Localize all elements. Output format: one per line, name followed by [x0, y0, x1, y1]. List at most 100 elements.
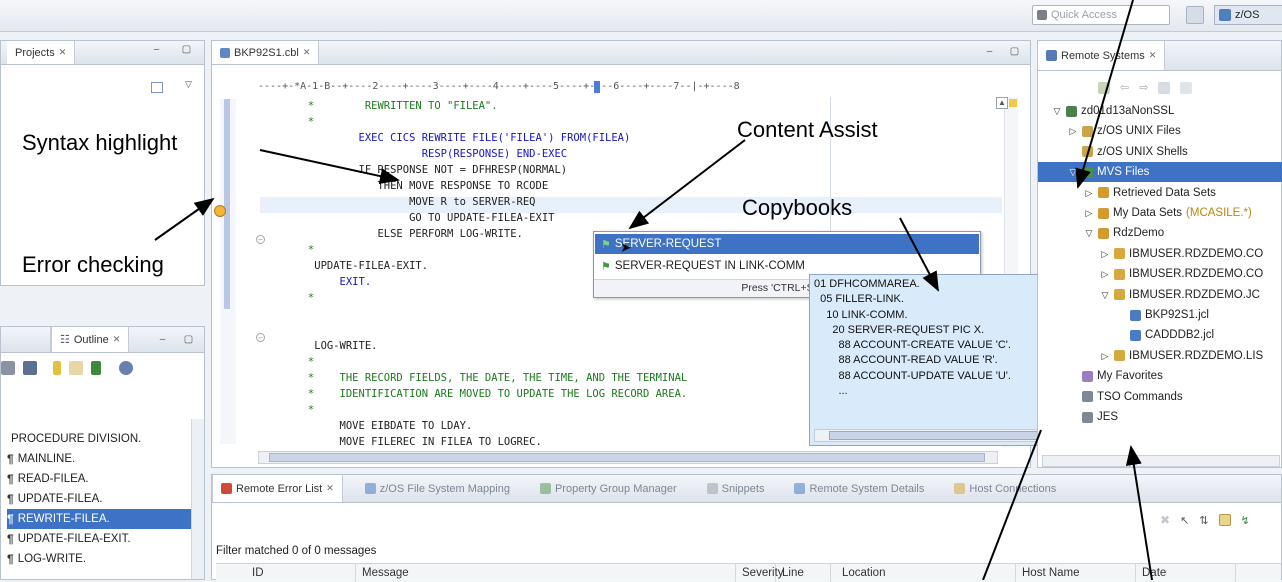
open-perspective-button[interactable] — [1186, 6, 1204, 24]
refresh-icon[interactable] — [1098, 81, 1110, 94]
code-line[interactable]: ELSE PERFORM LOG-WRITE. — [270, 227, 522, 241]
code-line[interactable]: EXIT. — [270, 275, 372, 289]
column-header[interactable]: Date — [1136, 564, 1236, 582]
tab-bottom[interactable]: Host Connections — [946, 475, 1064, 502]
editor-scroll-up-icon[interactable]: ▲ — [996, 97, 1008, 109]
hscroll-thumb[interactable] — [269, 453, 985, 462]
expand-closed-icon[interactable]: ▷ — [1084, 183, 1094, 203]
tree-item[interactable]: ▽ RdzDemo — [1038, 223, 1282, 243]
outline-item[interactable]: ¶ LOG-WRITE. — [7, 549, 191, 569]
tab-bkp92s1-cbl[interactable]: BKP92S1.cbl ✕ — [212, 41, 320, 64]
outline-item[interactable]: ¶ MAINLINE. — [7, 449, 191, 469]
tree-item[interactable]: ▽ IBMUSER.RDZDEMO.JC — [1038, 285, 1282, 305]
forward-icon[interactable]: ⇨ — [1139, 81, 1148, 94]
column-header[interactable]: Line — [776, 564, 831, 582]
tab-outline[interactable]: ☷ Outline ✕ — [51, 327, 130, 352]
back-icon[interactable]: ⇦ — [1120, 81, 1129, 94]
outline-scrollbar[interactable] — [191, 419, 204, 579]
code-line[interactable]: MOVE EIBDATE TO LDAY. — [270, 419, 473, 433]
code-line[interactable]: UPDATE-FILEA-EXIT. — [270, 259, 428, 273]
maximize-icon[interactable]: ▢ — [1009, 47, 1020, 58]
tree-item[interactable]: ▷ My Data Sets (MCASILE.*) — [1038, 203, 1282, 223]
code-line[interactable]: EXEC CICS REWRITE FILE('FILEA') FROM(FIL… — [270, 131, 631, 145]
expand-open-icon[interactable]: ▽ — [1084, 223, 1094, 243]
code-line[interactable]: MOVE FILEREC IN FILEA TO LOGREC. — [270, 435, 542, 449]
minimize-icon[interactable]: ‒ — [151, 45, 162, 56]
sort-icon[interactable] — [53, 361, 61, 375]
code-line[interactable]: IF RESPONSE NOT = DFHRESP(NORMAL) — [270, 163, 568, 177]
tab-bottom[interactable]: Property Group Manager — [532, 475, 685, 502]
column-header[interactable]: Host Name — [1016, 564, 1136, 582]
close-icon[interactable]: ✕ — [113, 334, 121, 345]
code-line[interactable]: * — [270, 403, 314, 417]
filter-toggle-icon[interactable] — [1218, 514, 1231, 526]
outline-item[interactable]: PROCEDURE DIVISION. — [7, 429, 191, 449]
tab-bottom[interactable]: z/OS File System Mapping — [357, 475, 518, 502]
locate-icon[interactable]: ↯ — [1241, 514, 1250, 527]
code-line[interactable]: * — [270, 243, 314, 257]
filter-icon[interactable] — [23, 361, 37, 375]
content-assist-item-selected[interactable]: ⚑ SERVER-REQUEST — [595, 234, 979, 254]
tree-item[interactable]: My Favorites — [1038, 366, 1282, 386]
close-icon[interactable]: ✕ — [1149, 50, 1157, 61]
perspective-button[interactable]: z/OS — [1214, 5, 1282, 25]
expand-closed-icon[interactable]: ▷ — [1068, 121, 1078, 141]
remote-hscrollbar[interactable] — [1042, 455, 1280, 467]
code-line[interactable]: * — [270, 115, 314, 129]
collapse-all-icon[interactable] — [151, 82, 163, 93]
sort-icon[interactable]: ⇅ — [1199, 514, 1208, 527]
minimize-icon[interactable]: ‒ — [984, 47, 995, 58]
tree-item[interactable]: ▷ IBMUSER.RDZDEMO.CO — [1038, 264, 1282, 284]
editor-hscrollbar[interactable] — [258, 451, 998, 464]
tree-item[interactable]: JES — [1038, 407, 1282, 427]
quick-access-field[interactable]: Quick Access — [1032, 5, 1170, 25]
content-assist-item[interactable]: ⚑ SERVER-REQUEST IN LINK-COMM — [595, 256, 979, 276]
maximize-icon[interactable]: ▢ — [181, 45, 192, 56]
collapse-all-icon[interactable] — [1180, 81, 1193, 94]
expand-closed-icon[interactable]: ▷ — [1100, 244, 1110, 264]
settings-icon[interactable] — [119, 361, 133, 375]
print-icon[interactable] — [1, 361, 15, 375]
tree-item[interactable]: ▷ z/OS UNIX Files — [1038, 121, 1282, 141]
link-icon[interactable] — [91, 361, 101, 375]
close-icon[interactable]: ✕ — [303, 47, 311, 58]
maximize-icon[interactable]: ▢ — [183, 335, 194, 346]
code-line[interactable]: RESP(RESPONSE) END-EXEC — [270, 147, 567, 161]
home-icon[interactable] — [1158, 81, 1171, 94]
code-line[interactable]: * — [270, 291, 314, 305]
tree-item[interactable]: CADDDB2.jcl — [1038, 325, 1282, 345]
outline-item[interactable]: ¶ REWRITE-FILEA. — [7, 509, 191, 529]
expand-open-icon[interactable]: ▽ — [1068, 162, 1078, 182]
column-header[interactable]: Message — [356, 564, 736, 582]
expand-closed-icon[interactable]: ▷ — [1100, 264, 1110, 284]
column-header[interactable]: Severity — [736, 564, 784, 582]
tree-item[interactable]: ▽ MVS Files — [1038, 162, 1282, 183]
outline-item[interactable]: ¶ READ-FILEA. — [7, 469, 191, 489]
expand-closed-icon[interactable]: ▷ — [1100, 346, 1110, 366]
view-menu-icon[interactable]: ▽ — [185, 79, 192, 90]
code-line[interactable]: THEN MOVE RESPONSE TO RCODE — [270, 179, 548, 193]
outline-item[interactable]: ¶ UPDATE-FILEA. — [7, 489, 191, 509]
warning-overview-icon[interactable] — [1009, 99, 1017, 107]
code-line[interactable]: GO TO UPDATE-FILEA-EXIT — [270, 211, 554, 225]
delete-icon[interactable]: ✖ — [1160, 513, 1170, 527]
tab-projects[interactable]: Projects ✕ — [7, 41, 76, 64]
code-line[interactable]: LOG-WRITE. — [270, 339, 377, 353]
hide-fields-icon[interactable] — [69, 361, 83, 375]
expand-open-icon[interactable]: ▽ — [1100, 285, 1110, 305]
code-line[interactable]: * — [270, 355, 314, 369]
expand-closed-icon[interactable]: ▷ — [1084, 203, 1094, 223]
tree-item[interactable]: z/OS UNIX Shells — [1038, 142, 1282, 162]
tree-item[interactable]: ▷ IBMUSER.RDZDEMO.LIS — [1038, 346, 1282, 366]
minimize-icon[interactable]: ‒ — [157, 335, 168, 346]
close-icon[interactable]: ✕ — [59, 47, 67, 58]
outline-item[interactable]: ¶ UPDATE-FILEA-EXIT. — [7, 529, 191, 549]
select-icon[interactable]: ↖ — [1180, 514, 1189, 527]
column-header[interactable]: ID — [246, 564, 356, 582]
code-line[interactable]: MOVE R to SERVER-REQ — [270, 195, 535, 209]
tree-item[interactable]: BKP92S1.jcl — [1038, 305, 1282, 325]
tree-item[interactable]: TSO Commands — [1038, 387, 1282, 407]
code-line[interactable]: * THE RECORD FIELDS, THE DATE, THE TIME,… — [270, 371, 687, 385]
tab-bottom[interactable]: Remote System Details — [786, 475, 932, 502]
tree-item[interactable]: ▷ Retrieved Data Sets — [1038, 183, 1282, 203]
